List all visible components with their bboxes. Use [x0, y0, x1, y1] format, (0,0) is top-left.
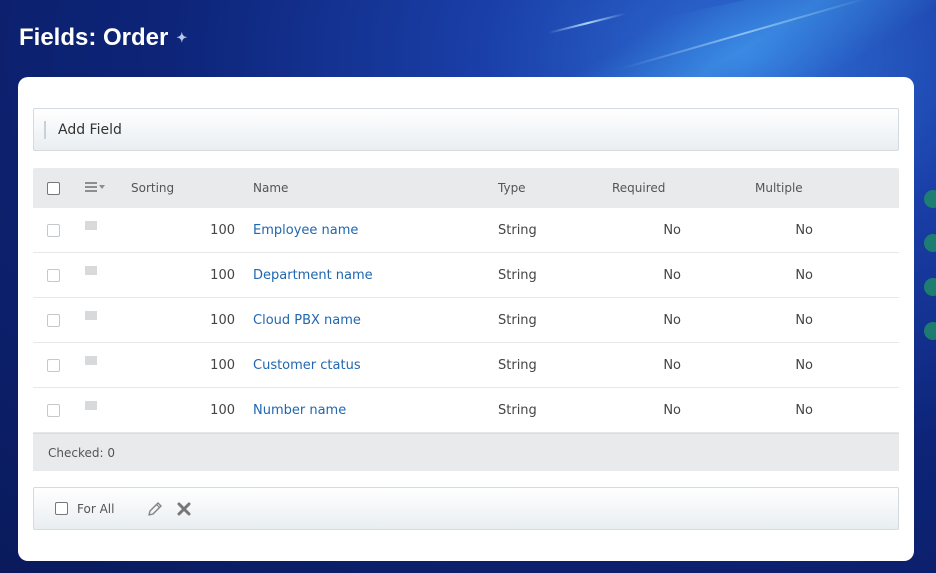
toolbar-separator: [44, 120, 46, 139]
table-row: 100 Department name String No No: [33, 253, 899, 298]
pencil-icon[interactable]: [146, 500, 164, 518]
cell-required: No: [663, 402, 681, 418]
field-name-link[interactable]: Employee name: [253, 223, 358, 238]
cell-type: String: [498, 222, 537, 238]
cell-required: No: [663, 312, 681, 328]
cell-type: String: [498, 357, 537, 373]
row-menu-icon[interactable]: [85, 355, 97, 365]
column-header-required[interactable]: Required: [612, 181, 755, 195]
row-checkbox[interactable]: [47, 358, 60, 372]
field-name-link[interactable]: Department name: [253, 268, 373, 283]
cell-type: String: [498, 402, 537, 418]
cell-sorting: 100: [210, 402, 235, 418]
cross-icon[interactable]: [176, 501, 192, 517]
row-menu-icon[interactable]: [85, 310, 97, 320]
cell-multiple: No: [795, 402, 813, 418]
cell-type: String: [498, 312, 537, 328]
row-checkbox[interactable]: [47, 268, 60, 282]
checked-count: Checked: 0: [33, 433, 899, 471]
cell-sorting: 100: [210, 222, 235, 238]
fields-grid: Sorting Name Type Required Multiple 100 …: [33, 168, 899, 471]
table-row: 100 Cloud PBX name String No No: [33, 298, 899, 343]
grid-header: Sorting Name Type Required Multiple: [33, 168, 899, 208]
cell-multiple: No: [795, 267, 813, 283]
background-decoration: [924, 190, 936, 366]
table-row: 100 Number name String No No: [33, 388, 899, 433]
table-row: 100 Employee name String No No: [33, 208, 899, 253]
row-menu-icon[interactable]: [85, 265, 97, 275]
page-title: Fields: Order ✦: [19, 24, 190, 52]
pin-icon[interactable]: ✦: [176, 31, 190, 45]
cell-multiple: No: [795, 222, 813, 238]
cell-sorting: 100: [210, 267, 235, 283]
for-all-checkbox[interactable]: [55, 502, 68, 515]
cell-required: No: [663, 267, 681, 283]
select-all-checkbox[interactable]: [47, 182, 60, 195]
cell-sorting: 100: [210, 357, 235, 373]
table-row: 100 Customer ctatus String No No: [33, 343, 899, 388]
row-menu-icon[interactable]: [85, 220, 97, 230]
column-header-name[interactable]: Name: [235, 181, 498, 195]
cell-required: No: [663, 222, 681, 238]
cell-sorting: 100: [210, 312, 235, 328]
add-field-button[interactable]: Add Field: [58, 122, 122, 138]
row-menu-icon[interactable]: [85, 400, 97, 410]
main-panel: Add Field Sorting Name Type Required Mul…: [18, 77, 914, 561]
cell-multiple: No: [795, 312, 813, 328]
row-checkbox[interactable]: [47, 313, 60, 327]
column-header-multiple[interactable]: Multiple: [755, 181, 899, 195]
group-action-bar: For All: [33, 487, 899, 530]
row-checkbox[interactable]: [47, 223, 60, 237]
field-name-link[interactable]: Cloud PBX name: [253, 313, 361, 328]
top-toolbar: Add Field: [33, 108, 899, 151]
field-name-link[interactable]: Number name: [253, 403, 346, 418]
column-settings-icon[interactable]: [85, 181, 105, 193]
row-checkbox[interactable]: [47, 403, 60, 417]
column-header-sorting[interactable]: Sorting: [131, 181, 235, 195]
for-all-label: For All: [77, 501, 115, 516]
column-header-type[interactable]: Type: [498, 181, 612, 195]
cell-required: No: [663, 357, 681, 373]
cell-type: String: [498, 267, 537, 283]
field-name-link[interactable]: Customer ctatus: [253, 358, 361, 373]
cell-multiple: No: [795, 357, 813, 373]
page-title-text: Fields: Order: [19, 24, 169, 51]
